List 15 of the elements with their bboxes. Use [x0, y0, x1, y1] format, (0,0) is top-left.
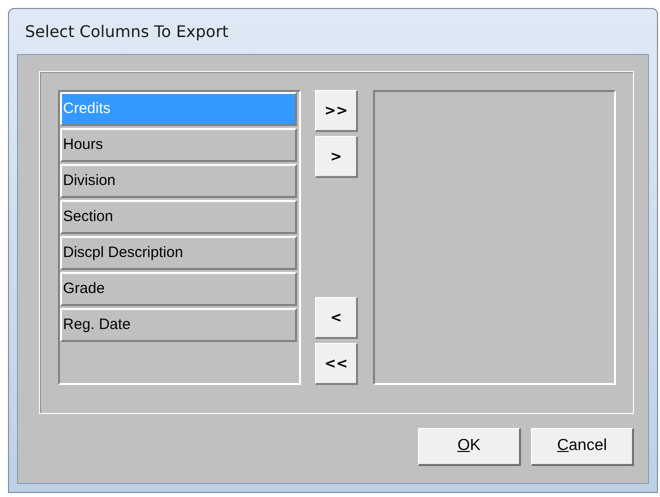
- cancel-button[interactable]: Cancel: [531, 428, 634, 466]
- window-title: Select Columns To Export: [25, 22, 228, 41]
- available-columns-list[interactable]: Credits Hours Division Section Discpl Description Grade Reg. Date: [58, 90, 302, 385]
- column-item[interactable]: Reg. Date: [60, 308, 298, 342]
- move-button[interactable]: <: [315, 297, 358, 339]
- selected-columns-list[interactable]: [372, 90, 616, 385]
- move-button[interactable]: <<: [315, 343, 358, 385]
- column-item[interactable]: Section: [60, 200, 298, 234]
- ok-button[interactable]: OK: [418, 428, 521, 466]
- move-button[interactable]: >>: [315, 90, 358, 132]
- column-item[interactable]: Discpl Description: [60, 236, 298, 270]
- column-item[interactable]: Hours: [60, 128, 298, 162]
- column-item[interactable]: Division: [60, 164, 298, 198]
- column-item[interactable]: Grade: [60, 272, 298, 306]
- move-button[interactable]: >: [315, 136, 358, 178]
